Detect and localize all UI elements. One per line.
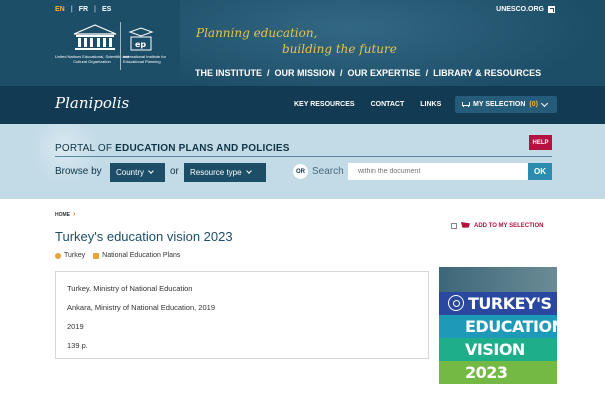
external-link-icon bbox=[548, 6, 555, 13]
breadcrumb: HOME › bbox=[55, 211, 75, 218]
lang-fr[interactable]: FR bbox=[79, 6, 88, 13]
tag-resource-type[interactable]: National Education Plans bbox=[93, 252, 180, 259]
resource-type-dropdown-label: Resource type bbox=[190, 168, 242, 177]
lang-separator: | bbox=[70, 6, 73, 13]
nav-the-institute[interactable]: THE INSTITUTE bbox=[195, 68, 262, 78]
chevron-down-icon bbox=[245, 168, 252, 174]
main-nav: THE INSTITUTE / OUR MISSION / OUR EXPERT… bbox=[195, 68, 541, 78]
lang-separator: | bbox=[94, 6, 97, 13]
detail-author: Turkey. Ministry of National Education bbox=[67, 284, 193, 293]
chevron-down-icon bbox=[148, 168, 154, 174]
slogan-line-1: Planning education, bbox=[196, 26, 318, 40]
site-header: EN | FR | ES UNESCO.ORG United Nations E… bbox=[0, 0, 605, 86]
my-selection-button[interactable]: MY SELECTION (0) bbox=[455, 96, 557, 113]
search-input[interactable] bbox=[348, 163, 528, 180]
search-label: Search bbox=[312, 166, 344, 177]
planipolis-bar: Planipolis KEY RESOURCES CONTACT LINKS M… bbox=[0, 86, 605, 124]
language-switcher: EN | FR | ES bbox=[55, 6, 111, 13]
or-badge: OR bbox=[293, 164, 308, 179]
tag-country-label: Turkey bbox=[64, 252, 86, 259]
portal-divider bbox=[55, 156, 552, 157]
secondary-nav: KEY RESOURCES CONTACT LINKS bbox=[294, 101, 441, 108]
cover-photo bbox=[439, 267, 557, 292]
help-button[interactable]: HELP bbox=[529, 135, 552, 150]
iiep-logo-icon[interactable]: ep bbox=[126, 26, 156, 52]
globe-icon bbox=[55, 252, 61, 259]
tag-country[interactable]: Turkey bbox=[55, 252, 85, 259]
nav-our-expertise[interactable]: OUR EXPERTISE bbox=[348, 68, 421, 78]
country-dropdown[interactable]: Country bbox=[110, 163, 165, 182]
nav-key-resources[interactable]: KEY RESOURCES bbox=[294, 101, 355, 108]
iiep-caption: International Institute for Educational … bbox=[123, 54, 166, 64]
add-to-selection[interactable]: ADD TO MY SELECTION bbox=[451, 222, 543, 229]
resource-type-dropdown[interactable]: Resource type bbox=[184, 163, 266, 182]
lang-es[interactable]: ES bbox=[102, 6, 111, 13]
slogan-line-2: building the future bbox=[282, 42, 397, 56]
cover-line-4: 2023 bbox=[465, 363, 508, 382]
unesco-org-link[interactable]: UNESCO.ORG bbox=[496, 6, 555, 13]
nav-separator: / bbox=[340, 68, 343, 78]
nav-links[interactable]: LINKS bbox=[420, 101, 441, 108]
logo-divider bbox=[120, 22, 121, 70]
unesco-logo-icon[interactable] bbox=[72, 24, 118, 52]
portal-search-panel: PORTAL OF EDUCATION PLANS AND POLICIES B… bbox=[0, 124, 605, 199]
chevron-right-icon: › bbox=[73, 211, 76, 218]
detail-year: 2019 bbox=[67, 322, 84, 331]
portal-title-prefix: PORTAL OF bbox=[55, 143, 116, 154]
lang-en[interactable]: EN bbox=[55, 6, 65, 13]
portal-title-bold: EDUCATION PLANS AND POLICIES bbox=[115, 143, 290, 154]
add-to-selection-label: ADD TO MY SELECTION bbox=[474, 222, 544, 229]
chevron-down-icon bbox=[540, 99, 548, 107]
page-title: Turkey's education vision 2023 bbox=[55, 229, 233, 244]
tag-resource-type-label: National Education Plans bbox=[102, 252, 181, 259]
document-cover[interactable]: TURKEY'S EDUCATION VISION 2023 bbox=[439, 267, 557, 384]
cart-icon bbox=[461, 222, 470, 228]
detail-publisher: Ankara, Ministry of National Education, … bbox=[67, 303, 215, 312]
selection-checkbox[interactable] bbox=[451, 222, 457, 229]
folder-icon bbox=[93, 252, 100, 259]
or-text: or bbox=[170, 166, 179, 177]
nav-separator: / bbox=[425, 68, 429, 78]
cover-line-3: VISION bbox=[465, 340, 525, 359]
nav-separator: / bbox=[267, 68, 270, 78]
detail-pages: 139 p. bbox=[67, 341, 88, 350]
nav-contact[interactable]: CONTACT bbox=[371, 101, 405, 108]
cover-line-1: TURKEY'S bbox=[468, 294, 552, 313]
nav-our-mission[interactable]: OUR MISSION bbox=[275, 68, 336, 78]
browse-by-label: Browse by bbox=[55, 166, 102, 177]
planipolis-logo[interactable]: Planipolis bbox=[55, 94, 129, 112]
my-selection-count: (0) bbox=[529, 101, 538, 108]
search-ok-button[interactable]: OK bbox=[528, 163, 552, 180]
document-details: Turkey. Ministry of National Education A… bbox=[55, 271, 429, 359]
country-dropdown-label: Country bbox=[116, 168, 145, 177]
breadcrumb-home[interactable]: HOME bbox=[55, 212, 70, 218]
ministry-emblem-icon bbox=[448, 295, 464, 311]
cart-icon bbox=[461, 101, 470, 108]
unesco-org-label: UNESCO.ORG bbox=[496, 6, 544, 13]
nav-library-resources[interactable]: LIBRARY & RESOURCES bbox=[433, 68, 541, 78]
svg-text:ep: ep bbox=[135, 40, 146, 49]
portal-title: PORTAL OF EDUCATION PLANS AND POLICIES bbox=[55, 143, 290, 154]
my-selection-label: MY SELECTION bbox=[473, 101, 526, 108]
cover-line-2: EDUCATION bbox=[465, 317, 557, 336]
document-tags: Turkey National Education Plans bbox=[55, 252, 180, 259]
